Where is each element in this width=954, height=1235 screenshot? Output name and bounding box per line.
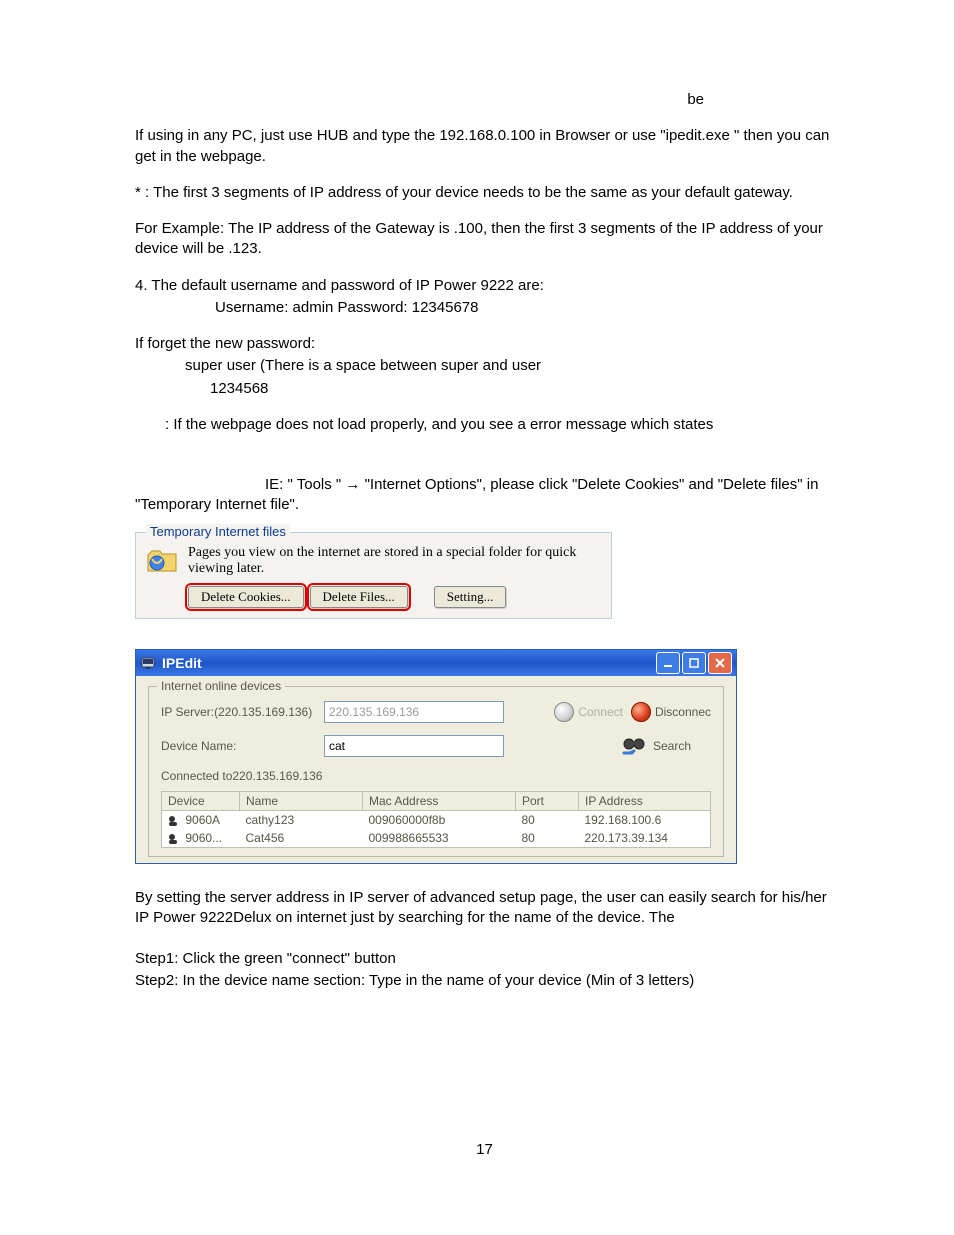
para-example: For Example: The IP address of the Gatew…: [135, 219, 834, 260]
internet-online-devices-group: Internet online devices IP Server:(220.1…: [148, 686, 724, 857]
trailing-be: be: [135, 90, 834, 110]
table-row[interactable]: 9060... Cat456 009988665533 80 220.173.3…: [162, 829, 711, 848]
para-default-creds: 4. The default username and password of …: [135, 276, 834, 296]
delete-files-button[interactable]: Delete Files...: [310, 586, 408, 608]
para-first3seg: * : The first 3 segments of IP address o…: [135, 183, 834, 203]
col-mac[interactable]: Mac Address: [363, 792, 516, 811]
connection-status: Connected to220.135.169.136: [161, 769, 711, 783]
col-name[interactable]: Name: [240, 792, 363, 811]
search-label: Search: [653, 739, 691, 753]
device-name-label: Device Name:: [161, 739, 316, 753]
circle-red-icon: [631, 702, 651, 722]
ip-server-input[interactable]: [324, 701, 504, 723]
col-device[interactable]: Device: [162, 792, 240, 811]
ie-folder-icon: [146, 545, 178, 577]
search-button[interactable]: Search: [621, 735, 691, 757]
fieldset-legend: Internet online devices: [157, 679, 285, 693]
circle-icon: [554, 702, 574, 722]
connect-label: Connect: [578, 705, 623, 719]
para-pc-hub: If using in any PC, just use HUB and typ…: [135, 126, 834, 167]
para-step2: Step2: In the device name section: Type …: [135, 971, 834, 991]
disconnect-label: Disconnec: [655, 705, 711, 719]
ip-server-label: IP Server:(220.135.169.136): [161, 705, 316, 719]
para-step1: Step1: Click the green "connect" button: [135, 949, 834, 969]
temporary-internet-files-group: Temporary Internet files Pages you view …: [135, 532, 612, 620]
tif-legend: Temporary Internet files: [146, 524, 290, 539]
para-error-msg: : If the webpage does not load properly,…: [165, 415, 834, 435]
page-number: 17: [135, 1141, 834, 1158]
para-1234568: 1234568: [210, 379, 834, 399]
para-creds-line: Username: admin Password: 12345678: [215, 298, 834, 318]
ipedit-titlebar: IPEdit: [136, 650, 736, 676]
setting-button[interactable]: Setting...: [434, 586, 507, 608]
para-super-user: super user (There is a space between sup…: [185, 356, 834, 376]
delete-cookies-button[interactable]: Delete Cookies...: [188, 586, 304, 608]
maximize-button[interactable]: [682, 652, 706, 674]
connect-button[interactable]: Connect: [554, 702, 623, 722]
ipedit-app-icon: [140, 654, 156, 673]
para-ip-server-desc: By setting the server address in IP serv…: [135, 888, 834, 929]
para-ie-tools: IE: " Tools " → "Internet Options", plea…: [135, 475, 834, 516]
para-forget-pw: If forget the new password:: [135, 334, 834, 354]
close-button[interactable]: [708, 652, 732, 674]
ipedit-title: IPEdit: [162, 655, 656, 671]
device-name-input[interactable]: [324, 735, 504, 757]
ipedit-window: IPEdit Internet online devices IP Server…: [135, 649, 737, 864]
col-ip[interactable]: IP Address: [579, 792, 711, 811]
devices-table: Device Name Mac Address Port IP Address: [161, 791, 711, 848]
minimize-button[interactable]: [656, 652, 680, 674]
col-port[interactable]: Port: [516, 792, 579, 811]
disconnect-button[interactable]: Disconnec: [631, 702, 711, 722]
tif-description: Pages you view on the internet are store…: [188, 545, 601, 579]
binoculars-icon: [621, 735, 649, 757]
table-row[interactable]: 9060A cathy123 009060000f8b 80 192.168.1…: [162, 811, 711, 830]
device-icon: [168, 815, 180, 827]
device-icon: [168, 833, 180, 845]
